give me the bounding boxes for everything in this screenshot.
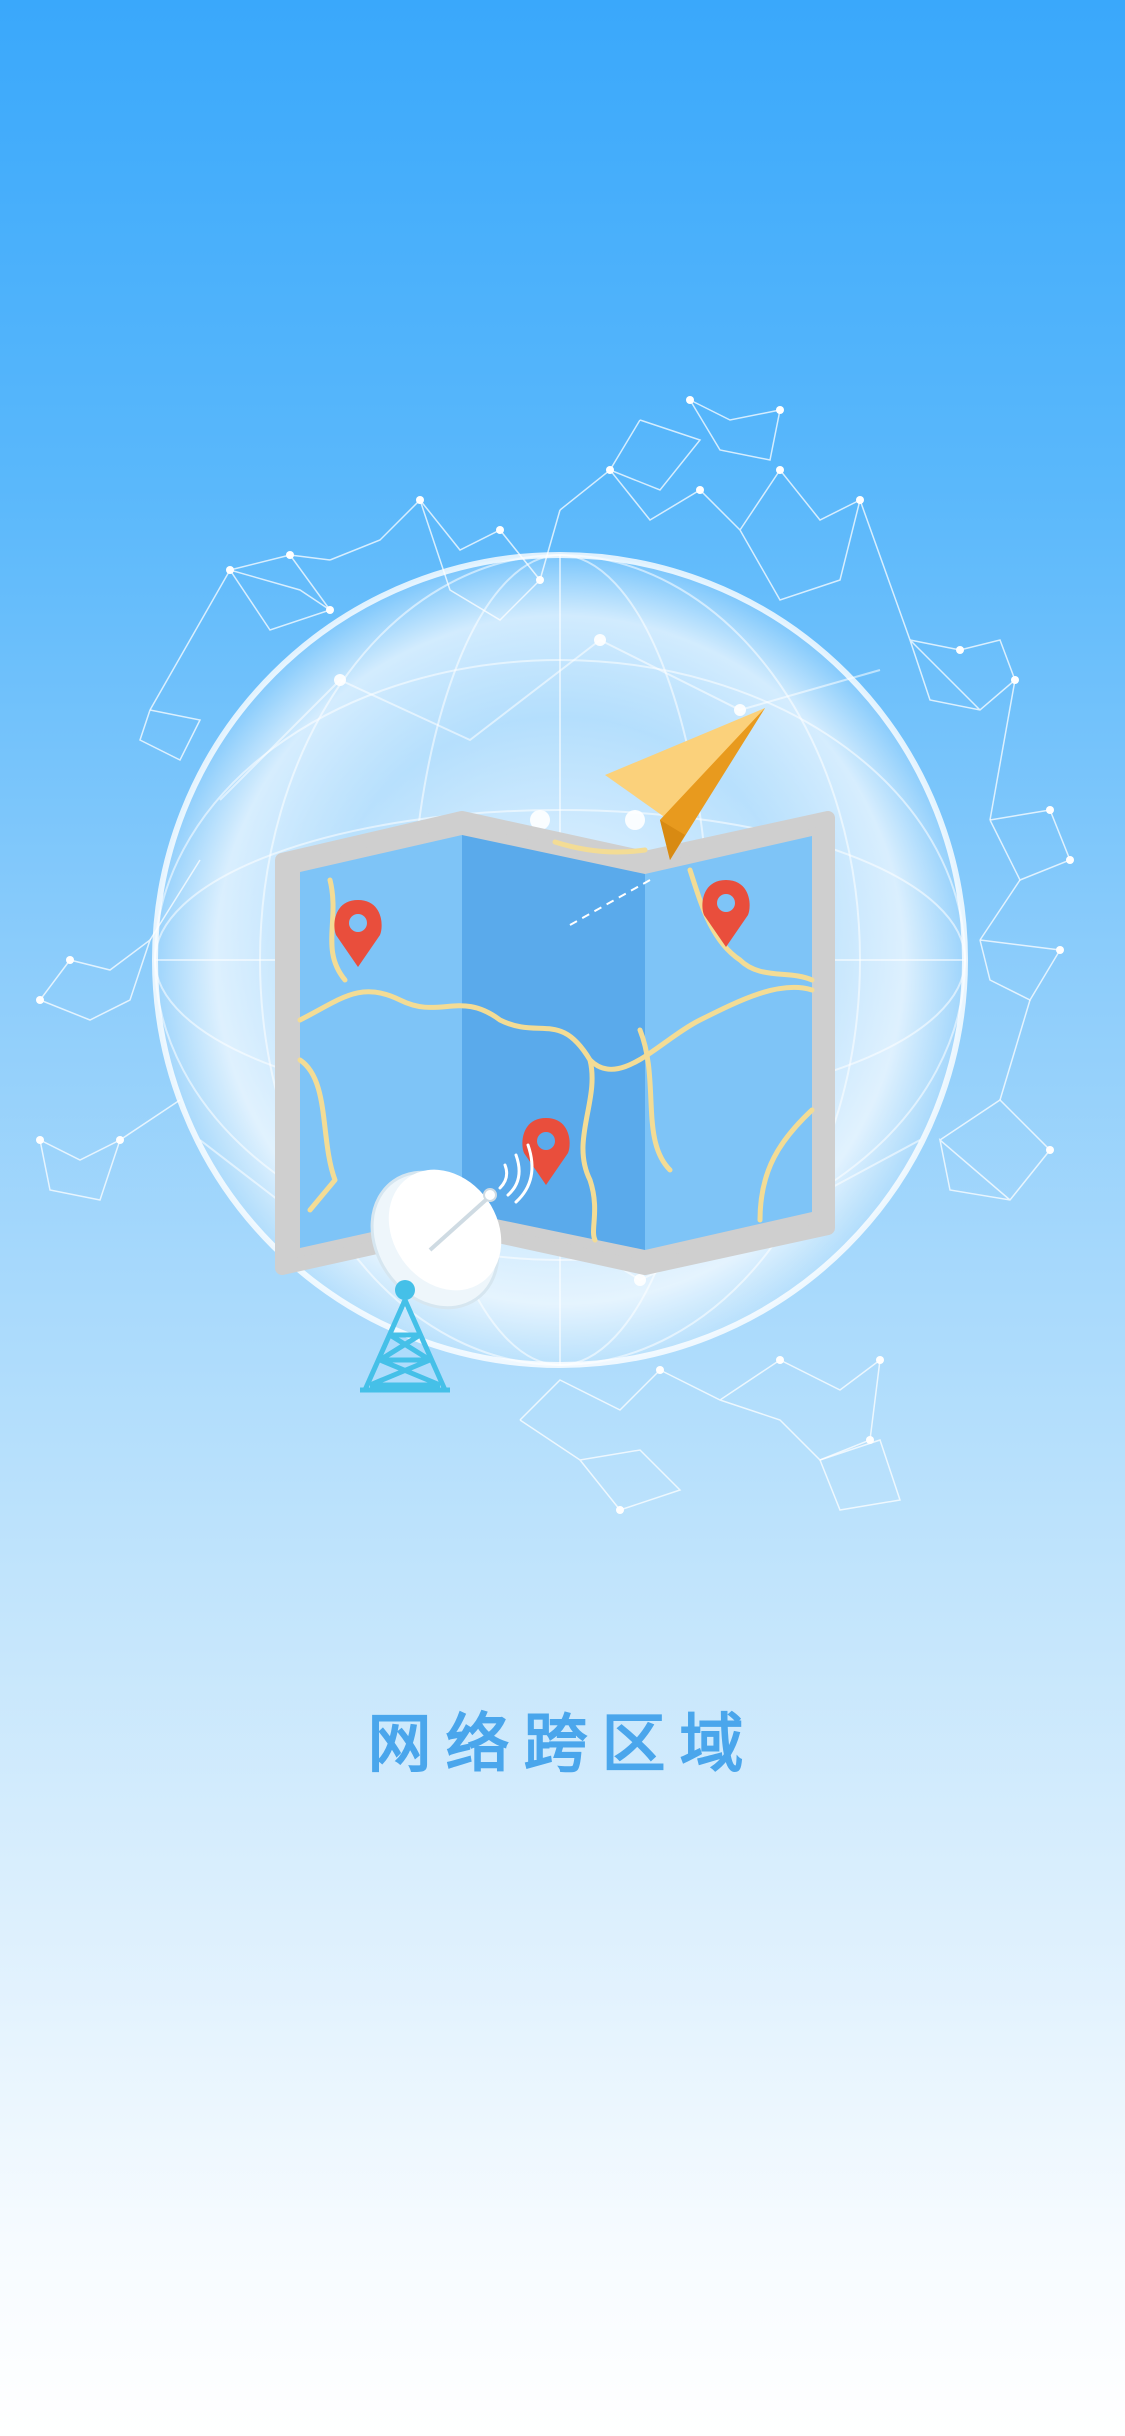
splash-title: 网络跨区域 [367,1708,758,1782]
splash-screen: 网络跨区域 [0,0,1125,2436]
network-map-illustration [0,380,1125,1560]
folded-map-icon [275,811,835,1275]
